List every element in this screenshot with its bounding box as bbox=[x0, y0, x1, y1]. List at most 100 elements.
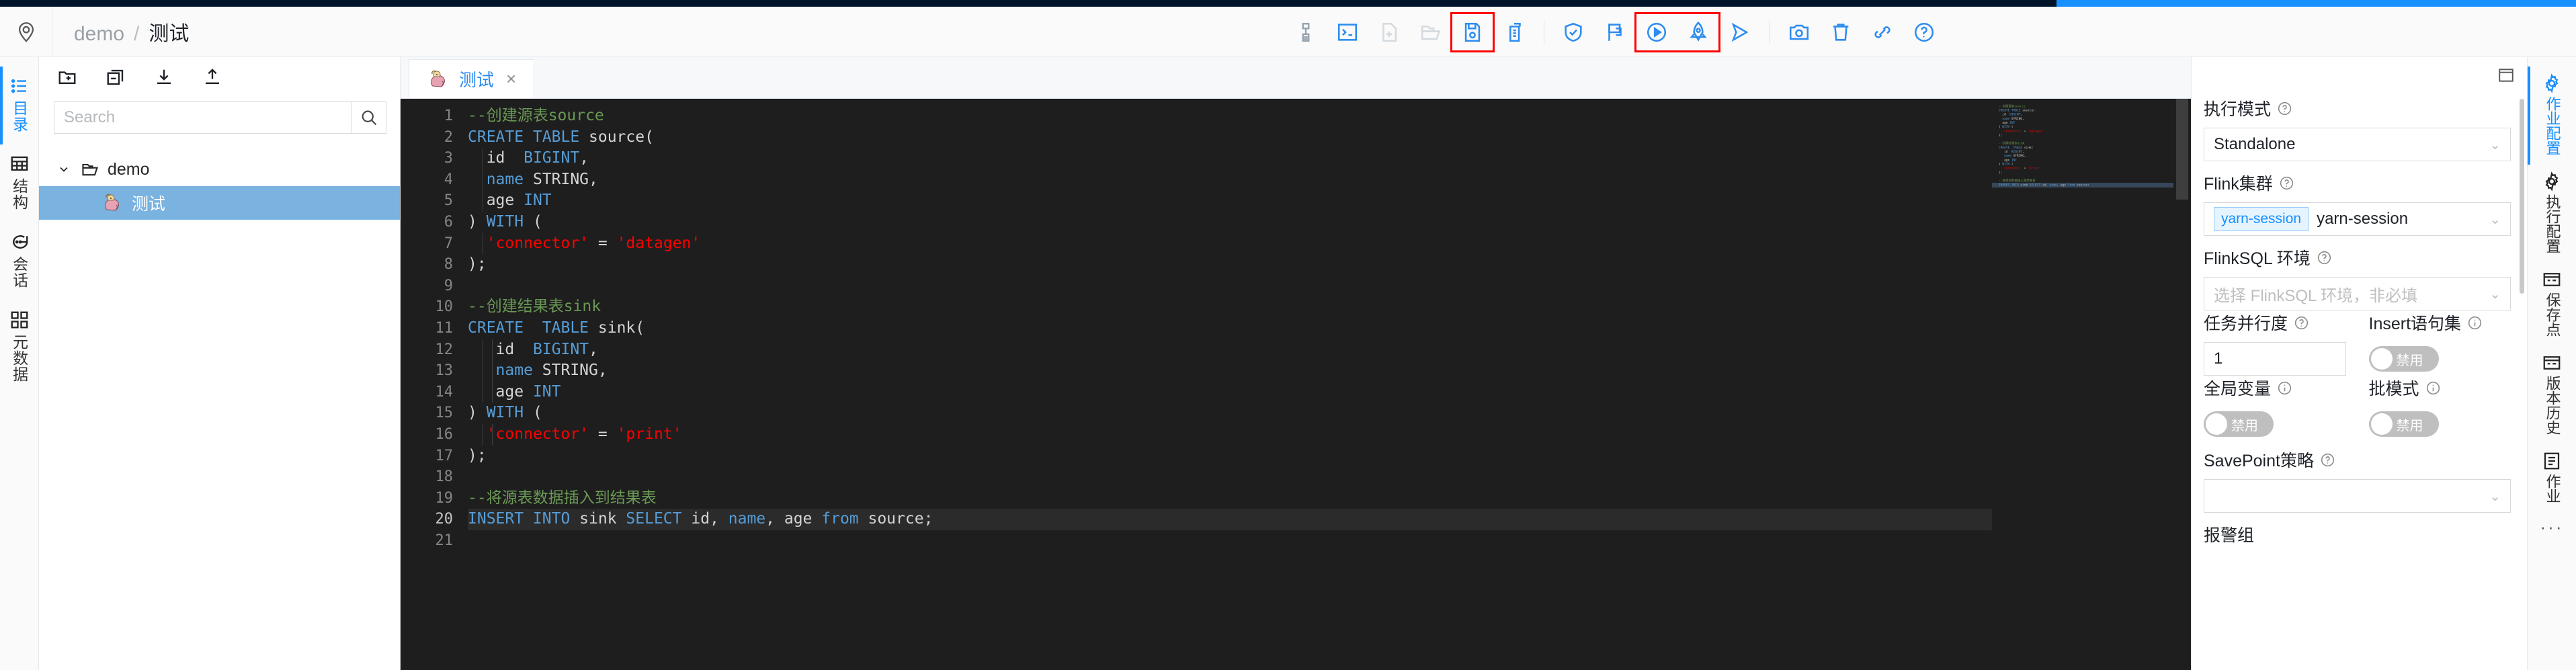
code-line[interactable]: CREATE TABLE source( bbox=[468, 127, 1992, 149]
line-number: 3 bbox=[444, 150, 453, 167]
code-line[interactable]: --将源表数据插入到结果表 bbox=[468, 488, 1992, 509]
send-icon[interactable] bbox=[1719, 13, 1761, 51]
right-rail-more-icon[interactable]: ··· bbox=[2540, 517, 2564, 538]
code-line[interactable]: name STRING, bbox=[468, 169, 1992, 191]
parallelism-field: 任务并行度 1 bbox=[2204, 310, 2346, 376]
code-line[interactable]: --创建源表source bbox=[468, 106, 1992, 127]
right-rail-item-savepoint[interactable]: 保存点 bbox=[2528, 263, 2576, 346]
right-rail-item-savepoint-label: 保存点 bbox=[2544, 292, 2561, 337]
code-line[interactable]: ) WITH ( bbox=[468, 212, 1992, 233]
sidebar-item-structure[interactable]: 结构 bbox=[0, 144, 39, 222]
batch-mode-toggle[interactable]: 禁用 bbox=[2368, 411, 2439, 437]
editor-tab[interactable]: 测试 × bbox=[409, 59, 535, 98]
right-rail-item-exec-config[interactable]: 执行配置 bbox=[2528, 165, 2576, 263]
copy-file-icon[interactable] bbox=[1493, 13, 1535, 51]
open-folder-icon[interactable] bbox=[1410, 13, 1452, 51]
flink-cluster-select[interactable]: yarn-session yarn-session ⌄ bbox=[2204, 202, 2511, 236]
code-line[interactable]: age INT bbox=[468, 381, 1992, 403]
code-editor[interactable]: 1 2 3 4 5 6 7 8 9 10 11 12 13 14 15 16 17 18 19 20 21 --创建源表… bbox=[401, 99, 2191, 670]
code-line[interactable] bbox=[468, 276, 1992, 297]
collapse-all-icon[interactable] bbox=[102, 64, 129, 91]
toolbar-divider bbox=[1535, 19, 1552, 45]
new-file-icon[interactable] bbox=[1368, 13, 1410, 51]
chevron-down-icon[interactable] bbox=[55, 163, 73, 176]
global-var-toggle[interactable]: 禁用 bbox=[2204, 411, 2274, 437]
question-icon[interactable] bbox=[2317, 250, 2332, 265]
right-rail-item-job[interactable]: 作业 bbox=[2528, 444, 2576, 513]
editor-vertical-scrollbar[interactable] bbox=[2173, 99, 2191, 670]
trash-icon[interactable] bbox=[1820, 13, 1862, 51]
parallelism-input[interactable]: 1 bbox=[2204, 342, 2346, 376]
info-icon[interactable] bbox=[2467, 315, 2483, 331]
sidebar-item-session[interactable]: 会话 bbox=[0, 222, 39, 300]
save-file-icon[interactable] bbox=[1450, 11, 1495, 52]
insert-set-toggle[interactable]: 禁用 bbox=[2368, 346, 2439, 372]
collapse-panel-icon[interactable] bbox=[2497, 67, 2515, 84]
savepoint-select[interactable]: ⌄ bbox=[2204, 479, 2511, 513]
close-icon[interactable]: × bbox=[503, 69, 519, 89]
code-line[interactable]: CREATE TABLE sink( bbox=[468, 318, 1992, 339]
right-rail-item-job-config[interactable]: 作业配置 bbox=[2527, 67, 2576, 165]
exec-mode-select[interactable]: Standalone ⌄ bbox=[2204, 128, 2511, 161]
search-box[interactable] bbox=[54, 101, 386, 134]
code-line[interactable] bbox=[468, 466, 1992, 488]
config-scrollbar[interactable] bbox=[2520, 99, 2524, 294]
tree-node-job[interactable]: 测试 bbox=[39, 186, 400, 220]
new-folder-icon[interactable] bbox=[54, 64, 81, 91]
global-var-field: 全局变量 禁用 bbox=[2204, 376, 2346, 438]
question-icon[interactable] bbox=[2277, 101, 2292, 116]
info-icon[interactable] bbox=[2425, 380, 2441, 396]
savepoint-label: SavePoint策略 bbox=[2204, 448, 2511, 472]
link-icon[interactable] bbox=[1862, 13, 1903, 51]
code-line[interactable]: name STRING, bbox=[468, 360, 1992, 382]
check-shield-icon[interactable] bbox=[1552, 13, 1594, 51]
breadcrumb-separator: / bbox=[134, 23, 140, 45]
code-line[interactable]: ) WITH ( bbox=[468, 403, 1992, 424]
info-icon[interactable] bbox=[2277, 380, 2292, 396]
code-line[interactable]: id BIGINT, bbox=[468, 148, 1992, 169]
help-icon[interactable] bbox=[1903, 13, 1945, 51]
import-icon[interactable] bbox=[151, 64, 177, 91]
savepoint-label-text: SavePoint策略 bbox=[2204, 452, 2314, 470]
code-line[interactable]: --创建结果表sink bbox=[468, 296, 1992, 318]
table-icon bbox=[9, 154, 30, 174]
line-number: 14 bbox=[435, 383, 454, 401]
right-side-rail: 作业配置 执行配置 保存点 版本历史 作业 ··· bbox=[2527, 57, 2576, 670]
terminal-icon[interactable] bbox=[1327, 13, 1368, 51]
question-icon[interactable] bbox=[2294, 315, 2309, 331]
question-icon[interactable] bbox=[2279, 175, 2294, 191]
run-icon[interactable] bbox=[1636, 13, 1677, 51]
toggle-knob bbox=[2370, 348, 2393, 370]
rocket-icon[interactable] bbox=[1677, 13, 1719, 51]
sidebar-item-catalog[interactable]: 目录 bbox=[0, 67, 39, 144]
right-rail-item-version-history[interactable]: 版本历史 bbox=[2528, 346, 2576, 444]
editor-minimap[interactable]: --创建源表source CREATE TABLE source( id BIGI… bbox=[1992, 99, 2173, 670]
search-input[interactable] bbox=[54, 102, 351, 133]
export-icon[interactable] bbox=[199, 64, 226, 91]
code-line[interactable] bbox=[468, 530, 1992, 552]
camera-icon[interactable] bbox=[1778, 13, 1820, 51]
code-content[interactable]: --创建源表source CREATE TABLE source( id BIGI… bbox=[453, 99, 1992, 670]
code-scroll-region[interactable]: 1 2 3 4 5 6 7 8 9 10 11 12 13 14 15 16 17 18 19 20 21 --创建源表… bbox=[401, 99, 1992, 670]
tree-node-label: 测试 bbox=[132, 195, 166, 214]
sidebar-item-metadata[interactable]: 元数据 bbox=[0, 300, 39, 394]
breadcrumb-root[interactable]: demo bbox=[74, 23, 124, 46]
code-line[interactable]: INSERT INTO sink SELECT id, name, age fr… bbox=[468, 509, 1992, 530]
code-line[interactable]: 'connector' = 'print' bbox=[468, 423, 1992, 446]
format-icon[interactable] bbox=[1285, 13, 1327, 51]
right-rail-item-version-history-label: 版本历史 bbox=[2544, 376, 2561, 435]
breadcrumb: demo / 测试 bbox=[52, 17, 189, 46]
search-icon[interactable] bbox=[351, 102, 386, 133]
code-line[interactable]: 'connector' = 'datagen' bbox=[468, 233, 1992, 255]
flinksql-env-select[interactable]: 选择 FlinkSQL 环境，非必填 ⌄ bbox=[2204, 277, 2511, 310]
config-panel-header bbox=[2192, 57, 2527, 93]
code-line[interactable]: age INT bbox=[468, 190, 1992, 212]
code-line[interactable]: id BIGINT, bbox=[468, 339, 1992, 361]
question-icon[interactable] bbox=[2320, 452, 2335, 468]
flag-icon[interactable] bbox=[1594, 13, 1636, 51]
code-line[interactable]: ); bbox=[468, 446, 1992, 467]
tree-node-demo[interactable]: demo bbox=[39, 153, 400, 186]
code-line[interactable]: ); bbox=[468, 254, 1992, 276]
scrollbar-thumb[interactable] bbox=[2176, 99, 2188, 200]
chevron-down-icon: ⌄ bbox=[2489, 489, 2501, 504]
